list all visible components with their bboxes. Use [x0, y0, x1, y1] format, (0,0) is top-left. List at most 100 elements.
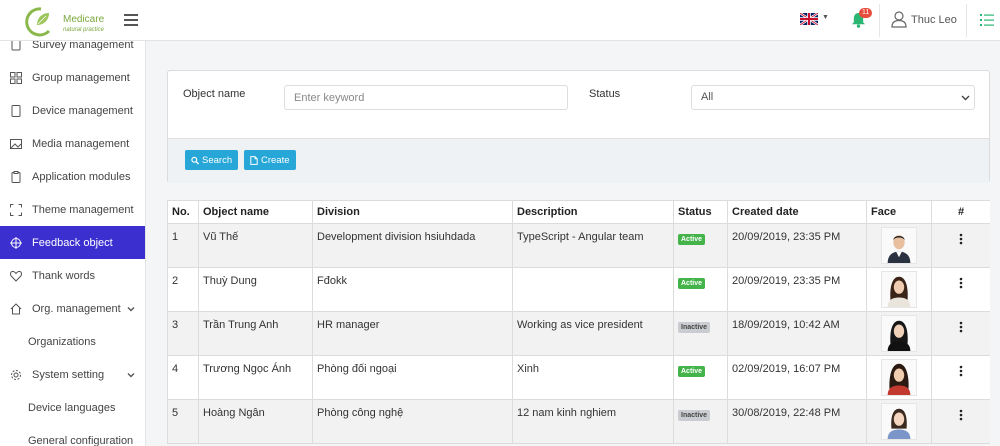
logo-leaf-icon [25, 7, 51, 37]
division: Phòng công nghệ [312, 399, 513, 444]
object-name: Thuỳ Dung [198, 267, 313, 312]
chevron-down-icon [127, 372, 135, 377]
status-select[interactable]: All [691, 85, 975, 110]
clipboard-icon [11, 170, 21, 183]
sidebar-item-label: General configuration [28, 434, 134, 446]
face-photo[interactable] [881, 227, 917, 264]
sidebar-item-feedback-object[interactable]: Feedback object [0, 226, 145, 259]
sidebar-item-device-management[interactable]: Device management [0, 94, 145, 127]
description: TypeScript - Angular team [512, 223, 674, 268]
sidebar-item-label: Org. management [32, 302, 121, 315]
create-button-label: Create [261, 154, 290, 166]
frame-icon [10, 203, 22, 216]
face-photo[interactable] [881, 315, 917, 352]
sidebar-item-label: System setting [32, 368, 105, 381]
row-number: 1 [167, 223, 199, 268]
status-label: Status [589, 88, 621, 100]
header-divider [966, 4, 967, 37]
face-cell [866, 355, 932, 400]
chevron-down-icon [127, 306, 135, 311]
sidebar-item-survey-management[interactable]: Survey management [0, 41, 145, 61]
column-header-status[interactable]: Status [673, 200, 728, 224]
language-caret-icon[interactable]: ▼ [822, 14, 829, 21]
user-name[interactable]: Thuc Leo [911, 14, 957, 26]
sidebar-item-organizations[interactable]: Organizations [0, 325, 145, 358]
table-row[interactable]: 5 Hoàng Ngân Phòng công nghệ 12 nam kinh… [167, 399, 990, 444]
row-number: 2 [167, 267, 199, 312]
medicare-logo[interactable]: Medicare natural practice [19, 5, 109, 37]
object-name: Vũ Thế [198, 223, 313, 268]
sidebar-item-media-management[interactable]: Media management [0, 127, 145, 160]
row-number: 3 [167, 311, 199, 356]
status-cell: Active [673, 355, 728, 400]
status-badge: Active [678, 234, 706, 245]
search-icon [191, 156, 199, 165]
more-options-icon[interactable] [959, 321, 963, 333]
sidebar-item-label: Survey management [32, 41, 134, 51]
column-header-created-date[interactable]: Created date [727, 200, 867, 224]
column-header-no[interactable]: No. [167, 200, 199, 224]
created-date: 02/09/2019, 16:07 PM [727, 355, 867, 400]
crosshair-icon [10, 236, 22, 249]
face-cell [866, 311, 932, 356]
more-options-icon[interactable] [959, 277, 963, 289]
sidebar-item-device-languages[interactable]: Device languages [0, 391, 145, 424]
sidebar-item-label: Media management [32, 137, 130, 150]
status-cell: Inactive [673, 311, 728, 356]
table-row[interactable]: 4 Trương Ngọc Ánh Phòng đối ngoại Xinh A… [167, 355, 990, 400]
more-options-icon[interactable] [959, 365, 963, 377]
object-name: Trương Ngọc Ánh [198, 355, 313, 400]
logo-name: Medicare [63, 14, 105, 25]
tablet-icon [11, 104, 21, 117]
sidebar-item-thank-words[interactable]: Thank words [0, 259, 145, 292]
description: Working as vice president [512, 311, 674, 356]
sidebar-item-label: Thank words [32, 269, 95, 282]
search-button[interactable]: Search [185, 150, 239, 170]
status-badge: Active [678, 366, 706, 377]
user-icon[interactable] [891, 11, 907, 28]
filter-actions: Search Create [168, 138, 989, 183]
face-cell [866, 223, 932, 268]
sidebar-item-label: Feedback object [32, 236, 113, 249]
sidebar-item-org-management[interactable]: Org. management [0, 292, 145, 325]
table-row[interactable]: 2 Thuỳ Dung Fđokk Active 20/09/2019, 23:… [167, 267, 990, 312]
table-row[interactable]: 1 Vũ Thế Development division hsiuhdada … [167, 223, 990, 268]
sidebar-item-system-setting[interactable]: System setting [0, 358, 145, 391]
face-photo[interactable] [881, 271, 917, 308]
description [512, 267, 674, 312]
clipboard-icon [11, 41, 21, 50]
status-cell: Active [673, 267, 728, 312]
face-photo[interactable] [881, 403, 917, 440]
column-header-division[interactable]: Division [312, 200, 513, 224]
created-date: 20/09/2019, 23:35 PM [727, 223, 867, 268]
top-header: Medicare natural practice ▼ 11 Thuc Leo [0, 0, 1000, 41]
menu-toggle-icon[interactable] [124, 14, 138, 26]
created-date: 30/08/2019, 22:48 PM [727, 399, 867, 444]
status-select-value: All [701, 91, 714, 103]
table-header-row: No. Object name Division Description Sta… [167, 200, 990, 224]
column-header-object-name[interactable]: Object name [198, 200, 313, 224]
division: HR manager [312, 311, 513, 356]
sidebar-item-application-modules[interactable]: Application modules [0, 160, 145, 193]
list-menu-icon[interactable] [980, 14, 994, 26]
column-header-description[interactable]: Description [512, 200, 674, 224]
more-options-icon[interactable] [959, 233, 963, 245]
row-number: 4 [167, 355, 199, 400]
sidebar-item-group-management[interactable]: Group management [0, 61, 145, 94]
object-name-input[interactable] [284, 85, 568, 110]
division: Phòng đối ngoại [312, 355, 513, 400]
status-badge: Active [678, 278, 706, 289]
row-number: 5 [167, 399, 199, 444]
sidebar-item-general-configuration[interactable]: General configuration [0, 424, 145, 446]
status-badge: Inactive [678, 322, 711, 333]
status-cell: Active [673, 223, 728, 268]
column-header-actions: # [931, 200, 990, 224]
table-row[interactable]: 3 Trần Trung Anh HR manager Working as v… [167, 311, 990, 356]
description: Xinh [512, 355, 674, 400]
sidebar-item-theme-management[interactable]: Theme management [0, 193, 145, 226]
face-photo[interactable] [881, 359, 917, 396]
actions-cell [931, 267, 990, 312]
more-options-icon[interactable] [959, 409, 963, 421]
create-button[interactable]: Create [244, 150, 296, 170]
uk-flag-icon[interactable] [800, 13, 818, 25]
